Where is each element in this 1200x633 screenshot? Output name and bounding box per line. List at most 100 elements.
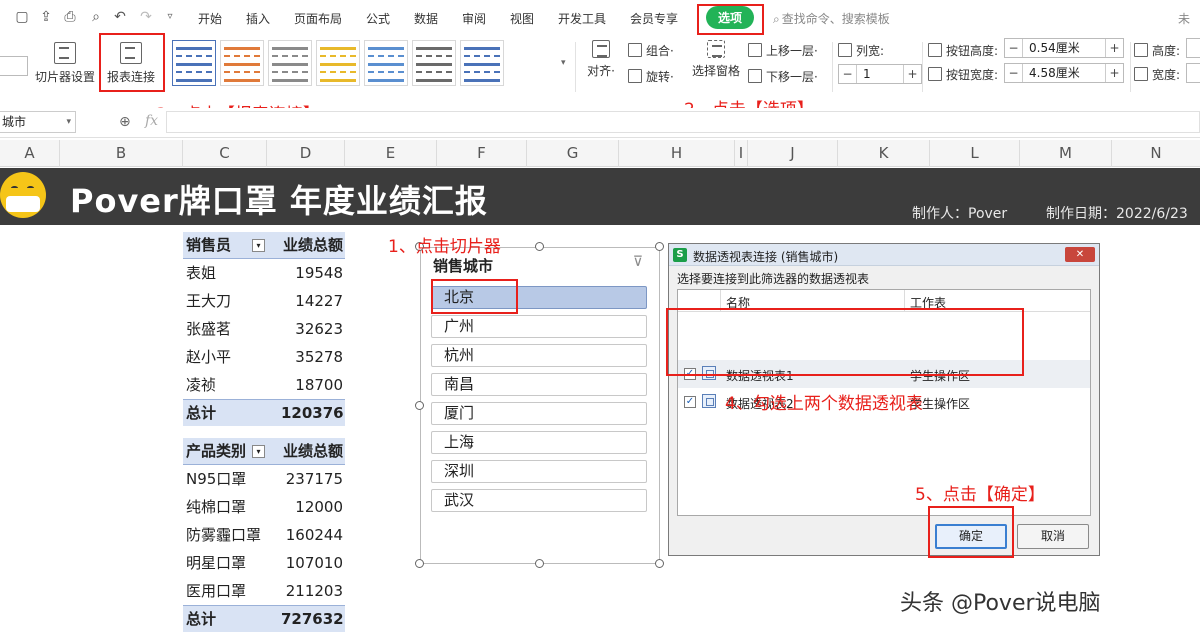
pivot2-header-value[interactable]: 业绩总额 xyxy=(267,438,345,464)
table-row[interactable]: 赵小平 35278 xyxy=(183,343,345,371)
width-field[interactable] xyxy=(1186,63,1200,83)
menu-member[interactable]: 会员专享 xyxy=(630,10,678,27)
menu-home[interactable]: 开始 xyxy=(198,10,222,27)
minus-icon[interactable]: − xyxy=(1005,39,1023,57)
plus-icon[interactable]: + xyxy=(1105,39,1123,57)
col-header-k[interactable]: K xyxy=(838,140,930,167)
align-button[interactable]: 对齐· xyxy=(584,40,618,79)
table-row[interactable]: N95口罩 237175 xyxy=(183,465,345,493)
send-backward-button[interactable]: 下移一层· xyxy=(748,68,818,85)
slicer-item-wuhan[interactable]: 武汉 xyxy=(431,489,647,512)
group-button[interactable]: 组合· xyxy=(628,42,674,59)
rotate-button[interactable]: 旋转· xyxy=(628,68,674,85)
col-header-c[interactable]: C xyxy=(183,140,267,167)
clear-filter-icon[interactable]: ⊽ xyxy=(633,254,643,270)
customize-icon[interactable]: ▿ xyxy=(162,9,178,25)
fx-icon[interactable]: fx xyxy=(145,113,158,129)
slicer-style-swatch[interactable] xyxy=(460,40,504,86)
ribbon-name-field[interactable] xyxy=(0,56,28,76)
button-width-stepper[interactable]: − 4.58厘米 + xyxy=(1004,63,1124,83)
menu-insert[interactable]: 插入 xyxy=(246,10,270,27)
slicer-item-guangzhou[interactable]: 广州 xyxy=(431,315,647,338)
col-header-e[interactable]: E xyxy=(345,140,437,167)
slicer-styles-gallery[interactable] xyxy=(172,40,566,86)
redo-icon[interactable]: ↷ xyxy=(138,9,154,25)
col-header-f[interactable]: F xyxy=(437,140,527,167)
close-icon[interactable]: ✕ xyxy=(1065,247,1095,262)
bring-forward-button[interactable]: 上移一层· xyxy=(748,42,818,59)
resize-handle[interactable] xyxy=(415,401,424,410)
dialog-titlebar[interactable]: S 数据透视表连接 (销售城市) ✕ xyxy=(669,244,1099,266)
menu-overflow[interactable]: 未 xyxy=(1178,10,1190,27)
col-header-m[interactable]: M xyxy=(1020,140,1112,167)
resize-handle[interactable] xyxy=(535,242,544,251)
pivot-table-product[interactable]: 产品类别 ▾ 业绩总额 N95口罩 237175 纯棉口罩 12000 防雾霾口罩 16… xyxy=(183,438,345,632)
slicer-item-hangzhou[interactable]: 杭州 xyxy=(431,344,647,367)
export-icon[interactable]: ⇪ xyxy=(38,9,54,25)
table-row[interactable]: 王大刀 14227 xyxy=(183,287,345,315)
resize-handle[interactable] xyxy=(655,559,664,568)
filter-dropdown-icon[interactable]: ▾ xyxy=(252,239,265,252)
button-height-stepper[interactable]: − 0.54厘米 + xyxy=(1004,38,1124,58)
plus-icon[interactable]: + xyxy=(1105,64,1123,82)
slicer-style-swatch[interactable] xyxy=(364,40,408,86)
col-header-j[interactable]: J xyxy=(748,140,838,167)
pivot1-total-row[interactable]: 总计 120376 xyxy=(183,399,345,426)
table-row[interactable]: 医用口罩 211203 xyxy=(183,577,345,605)
pivot2-total-row[interactable]: 总计 727632 xyxy=(183,605,345,632)
pivot1-header-name[interactable]: 销售员 ▾ xyxy=(183,232,267,258)
table-row[interactable]: 表姐 19548 xyxy=(183,259,345,287)
col-header-l[interactable]: L xyxy=(930,140,1020,167)
slicer-style-swatch[interactable] xyxy=(316,40,360,86)
col-header-h[interactable]: H xyxy=(619,140,735,167)
save-icon[interactable]: ▢ xyxy=(14,9,30,25)
formula-input[interactable] xyxy=(166,111,1200,133)
resize-handle[interactable] xyxy=(535,559,544,568)
table-row[interactable]: 张盛茗 32623 xyxy=(183,315,345,343)
slicer-item-xiamen[interactable]: 厦门 xyxy=(431,402,647,425)
undo-icon[interactable]: ↶ xyxy=(112,9,128,25)
cancel-button[interactable]: 取消 xyxy=(1017,524,1089,549)
pivot2-checkbox[interactable]: ✓ xyxy=(684,396,696,408)
plus-icon[interactable]: + xyxy=(903,65,921,83)
col-header-b[interactable]: B xyxy=(60,140,183,167)
table-row[interactable]: 纯棉口罩 12000 xyxy=(183,493,345,521)
resize-handle[interactable] xyxy=(415,559,424,568)
slicer-settings-button[interactable]: 切片器设置 xyxy=(34,42,96,85)
slicer-style-swatch[interactable] xyxy=(268,40,312,86)
menu-review[interactable]: 审阅 xyxy=(462,10,486,27)
slicer-item-shanghai[interactable]: 上海 xyxy=(431,431,647,454)
pivot-table-salesperson[interactable]: 销售员 ▾ 业绩总额 表姐 19548 王大刀 14227 张盛茗 32623 赵小平 3… xyxy=(183,232,345,426)
pivot2-header-name[interactable]: 产品类别 ▾ xyxy=(183,438,267,464)
col-header-a[interactable]: A xyxy=(0,140,60,167)
columns-stepper[interactable]: − 1 + xyxy=(838,64,922,84)
table-row[interactable]: 凌祯 18700 xyxy=(183,371,345,399)
print-preview-icon[interactable]: ⌕ xyxy=(88,9,104,25)
slicer-item-nanchang[interactable]: 南昌 xyxy=(431,373,647,396)
zoom-icon[interactable]: ⊕ xyxy=(119,114,131,130)
print-icon[interactable]: ⎙ xyxy=(62,9,78,25)
resize-handle[interactable] xyxy=(655,242,664,251)
selection-pane-button[interactable]: 选择窗格 xyxy=(690,40,742,79)
name-box[interactable]: 城市 ▾ xyxy=(0,111,76,133)
slicer-style-swatch[interactable] xyxy=(412,40,456,86)
slicer-item-shenzhen[interactable]: 深圳 xyxy=(431,460,647,483)
table-row[interactable]: 防雾霾口罩 160244 xyxy=(183,521,345,549)
menu-formulas[interactable]: 公式 xyxy=(366,10,390,27)
search-commands[interactable]: ⌕ 查找命令、搜索模板 xyxy=(773,10,890,27)
col-header-g[interactable]: G xyxy=(527,140,619,167)
slicer-style-swatch[interactable] xyxy=(220,40,264,86)
chevron-down-icon[interactable]: ▾ xyxy=(66,112,71,132)
minus-icon[interactable]: − xyxy=(1005,64,1023,82)
slicer-style-swatch[interactable] xyxy=(172,40,216,86)
menu-data[interactable]: 数据 xyxy=(414,10,438,27)
col-header-d[interactable]: D xyxy=(267,140,345,167)
filter-dropdown-icon[interactable]: ▾ xyxy=(252,445,265,458)
pivot1-header-value[interactable]: 业绩总额 xyxy=(267,232,345,258)
gallery-more-icon[interactable]: ▾ xyxy=(561,58,566,68)
col-header-i[interactable]: I xyxy=(735,140,748,167)
minus-icon[interactable]: − xyxy=(839,65,857,83)
menu-developer[interactable]: 开发工具 xyxy=(558,10,606,27)
menu-page-layout[interactable]: 页面布局 xyxy=(294,10,342,27)
menu-view[interactable]: 视图 xyxy=(510,10,534,27)
